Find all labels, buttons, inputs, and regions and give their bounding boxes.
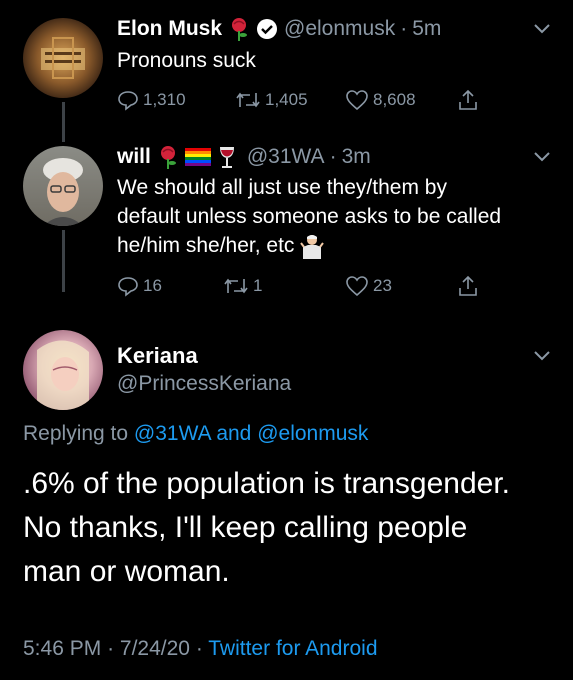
tweet-text-line: We should all just use they/them by [117,176,447,199]
chevron-down-icon[interactable] [533,22,551,40]
tweet-text: We should all just use they/them by defa… [117,173,557,260]
share-button[interactable] [457,274,479,298]
replying-prefix: Replying to [23,422,129,445]
like-button[interactable]: 8,608 [345,89,416,111]
mention-link[interactable]: @elonmusk [257,422,368,445]
tweet-text-line: default unless someone asks to be called [117,205,502,228]
separator-dot: · [195,637,209,660]
author-handle[interactable]: @elonmusk [284,17,395,41]
author-handle[interactable]: @31WA [247,145,325,169]
timestamp[interactable]: 3m [342,145,371,169]
heart-icon [346,90,368,111]
like-count: 8,608 [373,90,416,109]
separator-dot: · [107,637,120,660]
tweet-text-line: .6% of the population is transgender. [23,467,511,500]
replying-to: Replying to @31WA and @elonmusk [23,422,368,446]
rose-emoji [157,145,179,169]
heart-icon [346,276,368,297]
tweet-source-link[interactable]: Twitter for Android [208,637,377,660]
shrug-emoji [300,233,325,259]
reply-icon [118,277,138,297]
tweet-text: Pronouns suck [117,49,256,72]
tweet-actions: 1,310 1,405 8,608 [117,88,557,112]
retweet-icon [236,92,260,108]
tweet-actions: 16 1 23 [117,274,557,298]
tweet-text: .6% of the population is transgender. No… [23,462,563,594]
tweet-text-line: No thanks, I'll keep calling people [23,511,468,544]
tweet-time: 5:46 PM [23,637,102,660]
tweet-header: Elon Musk @elonmusk · 5m [117,17,441,41]
avatar[interactable] [23,18,103,98]
replying-and[interactable]: and [216,422,251,445]
rose-emoji [228,17,250,41]
tweet-text-line: he/him she/her, etc [117,234,295,257]
tweet-meta: 5:46 PM · 7/24/20 · Twitter for Android [23,637,378,661]
tweet-header: will @31WA · 3m [117,145,371,169]
reply-button[interactable]: 16 [117,275,162,297]
separator-dot: · [400,17,408,40]
reply-count: 16 [143,276,162,295]
retweet-icon [224,278,248,294]
author-name[interactable]: Keriana [117,343,198,369]
thread-line [62,230,65,292]
rainbow-flag-emoji [184,147,211,167]
timestamp[interactable]: 5m [412,17,441,41]
share-icon [459,89,477,110]
tweet-text-line: man or woman. [23,555,230,588]
author-name[interactable]: Elon Musk [117,17,222,41]
like-button[interactable]: 23 [345,275,392,297]
share-button[interactable] [457,88,479,112]
tweet-text-line-last: he/him she/her, etc [117,231,557,260]
share-icon [459,275,477,296]
reply-button[interactable]: 1,310 [117,89,186,111]
retweet-count: 1 [253,276,263,295]
chevron-down-icon[interactable] [533,150,551,168]
reply-icon [118,91,138,111]
separator-dot: · [329,145,337,168]
like-count: 23 [373,276,392,295]
mention-link[interactable]: @31WA [134,422,211,445]
tweet-date: 7/24/20 [119,637,190,660]
reply-count: 1,310 [143,90,186,109]
avatar[interactable] [23,330,103,410]
chevron-down-icon[interactable] [533,349,551,367]
retweet-button[interactable]: 1 [223,275,262,297]
thread-line [62,102,65,142]
retweet-count: 1,405 [265,90,308,109]
retweet-button[interactable]: 1,405 [235,89,308,111]
avatar[interactable] [23,146,103,226]
verified-badge-icon [256,18,278,40]
wine-glass-emoji [217,145,237,169]
author-name[interactable]: will [117,145,151,169]
author-handle[interactable]: @PrincessKeriana [117,372,291,396]
